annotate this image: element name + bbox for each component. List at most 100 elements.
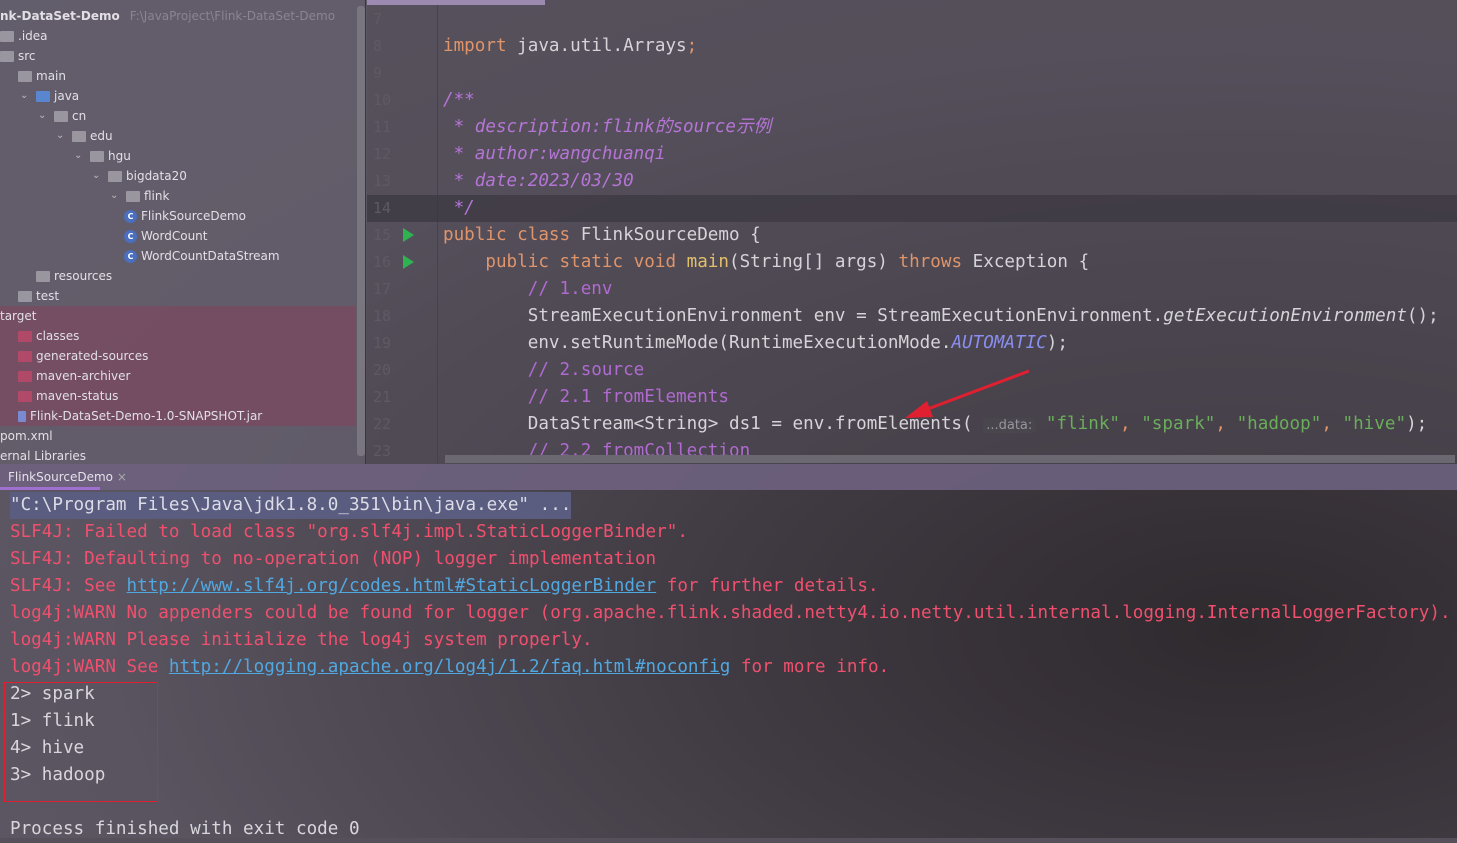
- tree-item[interactable]: ⌄ flink: [110, 186, 169, 206]
- code-token: main: [686, 252, 729, 272]
- tree-item[interactable]: ⌄ edu: [56, 126, 113, 146]
- tree-item[interactable]: resources: [36, 266, 112, 286]
- code-line: 18 StreamExecutionEnvironment env = Stre…: [367, 303, 1457, 330]
- code-token: (String[] args): [729, 252, 899, 272]
- code-token: ,: [1120, 414, 1142, 434]
- console-line: SLF4J: See http://www.slf4j.org/codes.ht…: [10, 573, 879, 600]
- code-token: log4j:WARN Please initialize the log4j s…: [10, 630, 593, 650]
- line-number: 19: [373, 334, 392, 352]
- folder-icon: [18, 350, 32, 362]
- code-text: /**: [443, 87, 475, 114]
- line-number: 16: [373, 253, 392, 271]
- code-token: log4j:WARN See: [10, 657, 169, 677]
- tree-item[interactable]: generated-sources: [18, 346, 148, 366]
- run-gutter-icon[interactable]: [403, 228, 414, 242]
- editor-tab-indicator: [367, 0, 545, 5]
- line-number: 20: [373, 361, 392, 379]
- tree-item[interactable]: test: [18, 286, 59, 306]
- line-number: 22: [373, 415, 392, 433]
- code-token: * date:2023/03/30: [443, 171, 634, 191]
- code-token: Process finished with exit code 0: [10, 819, 360, 839]
- chevron-down-icon[interactable]: ⌄: [38, 106, 50, 126]
- tree-item[interactable]: C WordCountDataStream: [124, 246, 280, 266]
- tree-item-label: maven-archiver: [36, 369, 131, 383]
- tree-item[interactable]: ⌄ hgu: [74, 146, 131, 166]
- tree-item[interactable]: .idea: [0, 26, 48, 46]
- tree-project-root[interactable]: nk-DataSet-Demo F:\JavaProject\Flink-Data…: [0, 6, 335, 26]
- line-number: 14: [373, 199, 392, 217]
- code-token: SLF4J: Failed to load class "org.slf4j.i…: [10, 522, 688, 542]
- code-token: "flink": [1035, 414, 1121, 434]
- run-tab-label: FlinkSourceDemo: [8, 470, 113, 484]
- code-token: * author:wangchuanqi: [443, 144, 666, 164]
- tree-item[interactable]: Flink-DataSet-Demo-1.0-SNAPSHOT.jar: [18, 406, 262, 426]
- chevron-down-icon[interactable]: ⌄: [92, 166, 104, 186]
- tree-item-label: java: [54, 89, 80, 103]
- folder-icon: [18, 70, 32, 82]
- code-editor[interactable]: 7 8 import java.util.Arrays; 9 10 /** 11 * des…: [367, 0, 1457, 464]
- tree-item[interactable]: src: [0, 46, 36, 66]
- tree-item[interactable]: maven-status: [18, 386, 118, 406]
- annotation-arrow: [905, 369, 1030, 418]
- tree-item[interactable]: classes: [18, 326, 79, 346]
- code-token: ,: [1215, 414, 1237, 434]
- tree-scrollbar[interactable]: [357, 6, 365, 456]
- package-icon: [90, 150, 104, 162]
- code-line: 10 /**: [367, 87, 1457, 114]
- code-token: );: [1046, 333, 1068, 353]
- tree-item[interactable]: C FlinkSourceDemo: [124, 206, 246, 226]
- code-token: Exception {: [972, 252, 1090, 272]
- editor-horizontal-scrollbar[interactable]: [445, 455, 1455, 463]
- line-number: 11: [373, 118, 392, 136]
- code-token: SLF4J: Defaulting to no-operation (NOP) …: [10, 549, 657, 569]
- code-line: 15 public class FlinkSourceDemo {: [367, 222, 1457, 249]
- code-line: 19 env.setRuntimeMode(RuntimeExecutionMo…: [367, 330, 1457, 357]
- close-icon[interactable]: ×: [117, 470, 127, 484]
- line-number: 21: [373, 388, 392, 406]
- tree-item[interactable]: maven-archiver: [18, 366, 130, 386]
- project-name: nk-DataSet-Demo: [0, 9, 120, 23]
- tree-item[interactable]: ⌄ java: [20, 86, 79, 106]
- folder-icon: [36, 270, 50, 282]
- tree-item-label: maven-status: [36, 389, 119, 403]
- tree-item[interactable]: C WordCount: [124, 226, 207, 246]
- code-text: // 2.source: [443, 357, 645, 384]
- code-token: "hive": [1342, 414, 1407, 434]
- tree-item[interactable]: ⌄ cn: [38, 106, 86, 126]
- chevron-down-icon[interactable]: ⌄: [56, 126, 68, 146]
- chevron-down-icon[interactable]: ⌄: [74, 146, 86, 166]
- tree-item-label: cn: [72, 109, 87, 123]
- console-link[interactable]: http://www.slf4j.org/codes.html#StaticLo…: [127, 576, 657, 596]
- run-gutter-icon[interactable]: [403, 255, 414, 269]
- code-token: log4j:WARN No appenders could be found f…: [10, 603, 1451, 623]
- tree-item-label: WordCountDataStream: [141, 249, 280, 263]
- code-token: for further details.: [656, 576, 879, 596]
- code-text: public class FlinkSourceDemo {: [443, 222, 761, 249]
- console-link[interactable]: http://logging.apache.org/log4j/1.2/faq.…: [169, 657, 730, 677]
- tree-item[interactable]: main: [18, 66, 66, 86]
- code-token: public class: [443, 225, 581, 245]
- tree-item-label: bigdata20: [126, 169, 187, 183]
- code-token: public static void: [443, 252, 687, 272]
- folder-icon: [0, 50, 14, 62]
- chevron-down-icon[interactable]: ⌄: [20, 86, 32, 106]
- code-token: // 2.source: [443, 360, 645, 380]
- console-line: log4j:WARN See http://logging.apache.org…: [10, 654, 889, 681]
- code-token: import: [443, 36, 518, 56]
- tree-item[interactable]: ernal Libraries: [0, 446, 86, 464]
- run-tab-flinksourcedemo[interactable]: FlinkSourceDemo ×: [8, 470, 127, 484]
- chevron-down-icon[interactable]: ⌄: [110, 186, 122, 206]
- code-token: AUTOMATIC: [951, 333, 1047, 353]
- code-token: SLF4J: See: [10, 576, 127, 596]
- tree-item-label: .idea: [18, 29, 48, 43]
- tree-item-label: hgu: [108, 149, 131, 163]
- code-line: 14 */: [367, 195, 1457, 222]
- line-number: 18: [373, 307, 392, 325]
- package-icon: [54, 110, 68, 122]
- tree-item[interactable]: pom.xml: [0, 426, 53, 446]
- code-text: import java.util.Arrays;: [443, 33, 697, 60]
- project-tree: nk-DataSet-Demo F:\JavaProject\Flink-Data…: [0, 0, 366, 464]
- tree-item[interactable]: ⌄ bigdata20: [92, 166, 187, 186]
- code-token: "hadoop": [1236, 414, 1322, 434]
- tree-item[interactable]: target: [0, 306, 37, 326]
